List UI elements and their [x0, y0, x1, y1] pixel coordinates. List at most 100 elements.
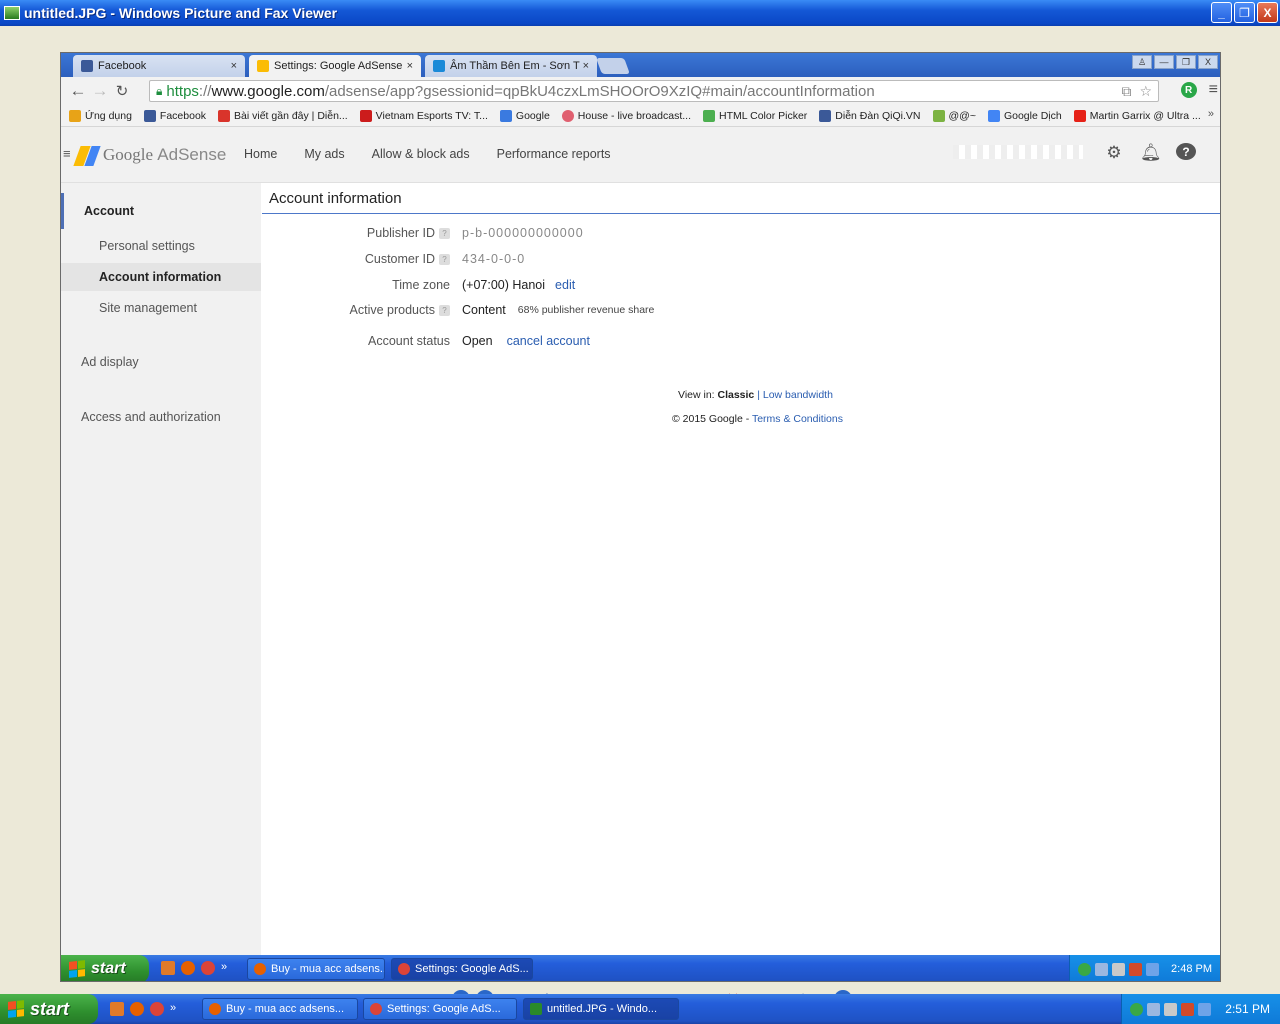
ie-icon[interactable]	[1146, 962, 1160, 976]
help-question-icon[interactable]: ?	[439, 227, 450, 239]
restore-button[interactable]: ❐	[1234, 2, 1255, 23]
start-button[interactable]: start	[0, 994, 98, 1024]
picture-viewer-icon	[530, 1003, 542, 1015]
publisher-id-value: p-b-000000000000	[462, 226, 584, 240]
displayed-image: Facebook × Settings: Google AdSense × Âm…	[60, 52, 1221, 982]
new-tab-button[interactable]	[596, 58, 630, 74]
edit-time-zone-link[interactable]: edit	[555, 278, 575, 292]
firefox-icon[interactable]	[130, 1002, 144, 1016]
time-zone-label: Time zone	[392, 278, 450, 292]
nav-performance-reports[interactable]: Performance reports	[497, 147, 611, 161]
desktop-icon[interactable]	[161, 961, 175, 975]
extension-icon[interactable]: R	[1180, 82, 1197, 98]
nav-my-ads[interactable]: My ads	[304, 147, 344, 161]
quick-launch-more-icon[interactable]: »	[170, 1002, 176, 1016]
close-tab-icon[interactable]: ×	[231, 60, 237, 72]
bookmark-label: Ứng dụng	[85, 109, 132, 122]
close-tab-icon[interactable]: ×	[407, 60, 413, 72]
system-tray: 2:51 PM	[1121, 994, 1280, 1024]
forward-arrow-icon[interactable]: →	[89, 81, 111, 101]
help-question-icon[interactable]: ?	[439, 304, 450, 316]
bookmark-recent-posts[interactable]: Bài viết gần đây | Diễn...	[218, 109, 348, 122]
tab-music[interactable]: Âm Thầm Bên Em - Sơn T ×	[425, 55, 597, 77]
view-separator: |	[757, 389, 760, 401]
bookmark-label: Vietnam Esports TV: T...	[375, 109, 488, 122]
device-icon[interactable]	[1147, 1002, 1161, 1016]
speaker-icon[interactable]	[1164, 1002, 1178, 1016]
sidebar-item-site-management[interactable]: Site management	[61, 295, 261, 321]
bookmark-house-live[interactable]: House - live broadcast...	[561, 109, 691, 122]
reload-icon[interactable]: ↻	[111, 82, 133, 100]
profile-icon[interactable]: ♙	[1132, 55, 1152, 69]
taskbar-item-chrome[interactable]: Settings: Google AdS...	[391, 958, 533, 980]
volume-icon[interactable]	[1129, 962, 1143, 976]
help-question-icon[interactable]: ?	[439, 253, 450, 265]
customer-id-label: Customer ID	[364, 252, 435, 266]
customer-id-value: 434-0-0-0	[462, 252, 526, 266]
bell-icon[interactable]: 🔔︎	[1140, 143, 1162, 163]
bookmark-vietnam-esports[interactable]: Vietnam Esports TV: T...	[359, 109, 488, 122]
bookmark-label: House - live broadcast...	[577, 109, 691, 122]
translate-icon[interactable]: ⧉	[1121, 83, 1131, 100]
menu-icon[interactable]: ≡	[63, 146, 71, 161]
device-icon[interactable]	[1095, 962, 1109, 976]
inner-start-button[interactable]: start	[61, 955, 149, 981]
tab-adsense-settings[interactable]: Settings: Google AdSense ×	[249, 55, 421, 77]
back-arrow-icon[interactable]: ←	[67, 81, 89, 101]
redacted-account-name[interactable]	[953, 145, 1083, 159]
network-globe-icon[interactable]	[1078, 962, 1092, 976]
publisher-id-label: Publisher ID	[366, 226, 435, 240]
bookmark-qiqi-forum[interactable]: Diễn Đàn QiQi.VN	[819, 109, 921, 122]
taskbar-item-firefox[interactable]: Buy - mua acc adsens...	[247, 958, 385, 980]
sidebar-item-personal-settings[interactable]: Personal settings	[61, 233, 261, 259]
windows-flag-icon	[69, 960, 85, 978]
address-bar[interactable]: 🔒︎ https://www.google.com/adsense/app?gs…	[149, 80, 1159, 102]
taskbar-item-firefox[interactable]: Buy - mua acc adsens...	[202, 998, 358, 1020]
bookmark-facebook[interactable]: Facebook	[143, 109, 206, 122]
network-globe-icon[interactable]	[1130, 1002, 1144, 1016]
bookmark-apps[interactable]: Ứng dụng	[69, 109, 132, 122]
browser-restore-button[interactable]: ❐	[1176, 55, 1196, 69]
bookmark-google-translate[interactable]: Google Dịch	[987, 109, 1062, 122]
nav-home[interactable]: Home	[244, 147, 277, 161]
chrome-icon[interactable]	[201, 961, 215, 975]
low-bandwidth-link[interactable]: Low bandwidth	[763, 389, 833, 401]
close-button[interactable]: X	[1257, 2, 1278, 23]
taskbar-item-chrome[interactable]: Settings: Google AdS...	[363, 998, 517, 1020]
browser-close-button[interactable]: X	[1198, 55, 1218, 69]
bookmarks-overflow-chevron-icon[interactable]: »	[1208, 108, 1214, 120]
gear-icon[interactable]: ⚙	[1104, 143, 1124, 163]
sidebar-item-ad-display[interactable]: Ad display	[61, 349, 261, 375]
tab-facebook[interactable]: Facebook ×	[73, 55, 245, 77]
viewer-window-title: untitled.JPG - Windows Picture and Fax V…	[24, 5, 338, 21]
bookmark-label: @@~	[948, 109, 976, 122]
bookmark-at-at[interactable]: @@~	[932, 109, 976, 122]
taskbar-item-picture-viewer[interactable]: untitled.JPG - Windo...	[523, 998, 679, 1020]
sidebar-item-access-authorization[interactable]: Access and authorization	[61, 404, 261, 430]
terms-link[interactable]: Terms & Conditions	[752, 413, 843, 425]
cancel-account-link[interactable]: cancel account	[507, 334, 590, 348]
bookmark-html-color-picker[interactable]: HTML Color Picker	[703, 109, 807, 122]
browser-minimize-button[interactable]: —	[1154, 55, 1174, 69]
desktop-icon[interactable]	[110, 1002, 124, 1016]
speaker-icon[interactable]	[1112, 962, 1126, 976]
bookmark-star-icon[interactable]: ☆	[1139, 83, 1152, 100]
chrome-icon[interactable]	[150, 1002, 164, 1016]
close-tab-icon[interactable]: ×	[583, 60, 589, 72]
bookmark-google[interactable]: Google	[499, 109, 550, 122]
volume-icon[interactable]	[1181, 1002, 1195, 1016]
chrome-menu-icon[interactable]: ≡	[1209, 81, 1218, 99]
nav-allow-block-ads[interactable]: Allow & block ads	[372, 147, 470, 161]
quick-launch-more-icon[interactable]: »	[221, 961, 227, 975]
inner-system-tray: 2:48 PM	[1069, 955, 1220, 981]
tab-label: Settings: Google AdSense	[274, 60, 403, 72]
sidebar-item-account[interactable]: Account	[61, 193, 261, 229]
sidebar-item-account-information[interactable]: Account information	[61, 263, 261, 291]
firefox-icon[interactable]	[181, 961, 195, 975]
bookmark-martin-garrix[interactable]: Martin Garrix @ Ultra ...	[1073, 109, 1201, 122]
tab-label: Âm Thầm Bên Em - Sơn T	[450, 60, 580, 72]
minimize-button[interactable]: _	[1211, 2, 1232, 23]
ie-icon[interactable]	[1198, 1002, 1212, 1016]
adsense-logo[interactable]: Google AdSense	[73, 144, 226, 166]
help-icon[interactable]: ?	[1176, 143, 1196, 160]
